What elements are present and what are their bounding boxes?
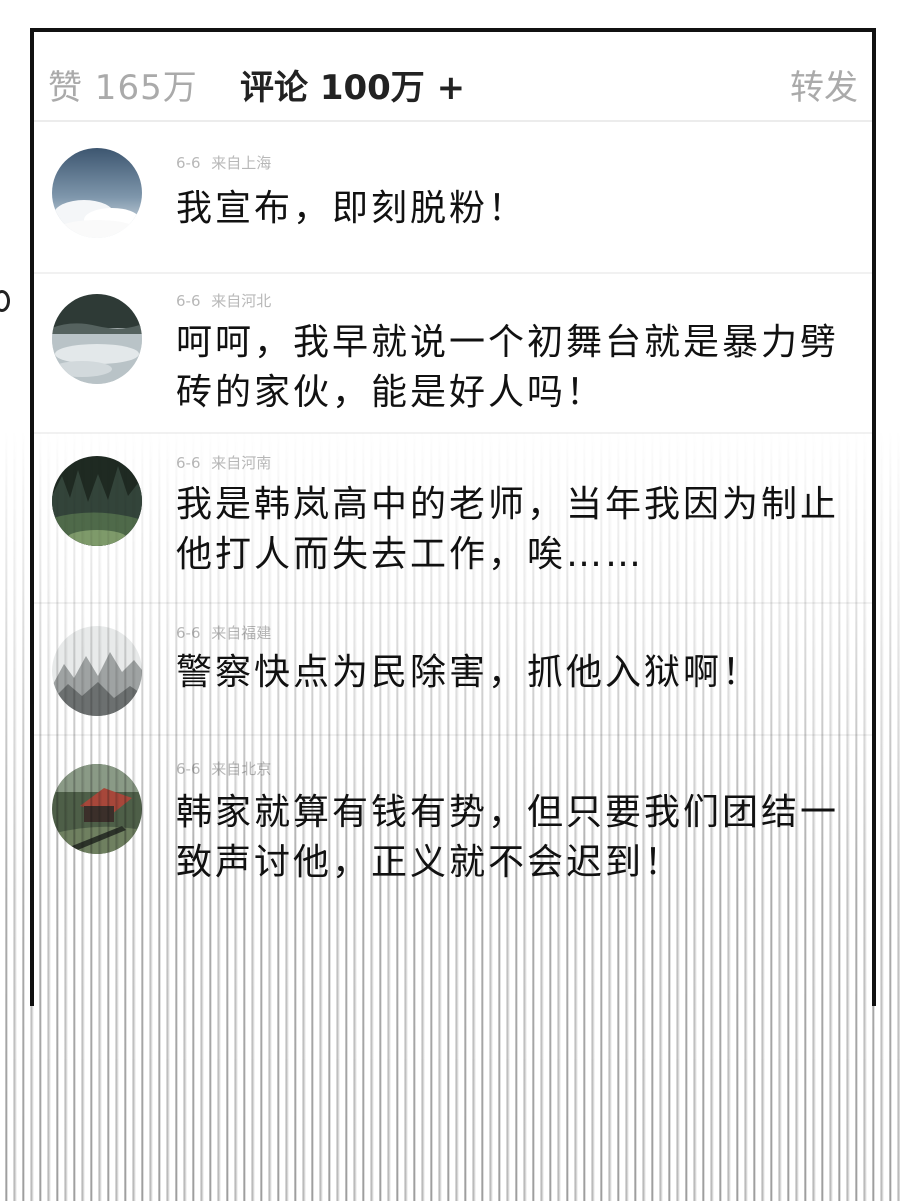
comment-item: 6-6 来自河南 我是韩岚高中的老师，当年我因为制止他打人而失去工作，唉……: [34, 434, 872, 604]
avatar[interactable]: [52, 456, 142, 546]
comment-date: 6-6: [176, 454, 201, 472]
comment-date: 6-6: [176, 154, 201, 172]
comment-tab-bar: 赞 165万 评论 100万 + 转发: [34, 32, 872, 122]
avatar[interactable]: [52, 294, 142, 384]
comment-location: 来自河南: [211, 454, 272, 472]
comment-item: 6-6 来自北京 韩家就算有钱有势，但只要我们团结一致声讨他，正义就不会迟到！: [34, 736, 872, 906]
comment-location: 来自北京: [211, 760, 272, 778]
tab-likes[interactable]: 赞 165万: [48, 60, 198, 109]
comment-location: 来自上海: [211, 154, 272, 172]
comment-text: 我是韩岚高中的老师，当年我因为制止他打人而失去工作，唉……: [176, 484, 840, 575]
comment-date: 6-6: [176, 624, 201, 642]
comment-location: 来自河北: [211, 292, 272, 310]
misty-lake-avatar-icon: [52, 294, 142, 384]
sky-clouds-avatar-icon: [52, 148, 142, 238]
avatar[interactable]: [52, 148, 142, 238]
red-roof-house-avatar-icon: [52, 764, 142, 854]
phone-screen-panel: 赞 165万 评论 100万 + 转发 6-6 来自上海 我宣布，即刻脱粉！ 6…: [30, 28, 876, 1006]
comment-item: 6-6 来自上海 我宣布，即刻脱粉！: [34, 122, 872, 274]
comment-list: 6-6 来自上海 我宣布，即刻脱粉！ 6-6 来自河北 呵呵，我早就说一个初舞台…: [34, 122, 872, 906]
comment-text: 呵呵，我早就说一个初舞台就是暴力劈砖的家伙，能是好人吗！: [176, 322, 840, 413]
comment-date: 6-6: [176, 760, 201, 778]
comment-date: 6-6: [176, 292, 201, 310]
comment-text: 警察快点为民除害，抓他入狱啊！: [176, 652, 762, 693]
comment-location: 来自福建: [211, 624, 272, 642]
comment-text: 韩家就算有钱有势，但只要我们团结一致声讨他，正义就不会迟到！: [176, 792, 840, 883]
misty-mountains-avatar-icon: [52, 626, 142, 716]
tab-forward[interactable]: 转发: [790, 60, 858, 109]
comic-page: 赞 165万 评论 100万 + 转发 6-6 来自上海 我宣布，即刻脱粉！ 6…: [0, 0, 900, 1201]
avatar[interactable]: [52, 626, 142, 716]
comment-item: 6-6 来自福建 警察快点为民除害，抓他入狱啊！: [34, 604, 872, 736]
forest-avatar-icon: [52, 456, 142, 546]
panel-edge-mark: [0, 290, 10, 312]
tab-comments[interactable]: 评论 100万 +: [240, 60, 465, 109]
comment-item: 6-6 来自河北 呵呵，我早就说一个初舞台就是暴力劈砖的家伙，能是好人吗！: [34, 274, 872, 434]
comment-text: 我宣布，即刻脱粉！: [176, 188, 528, 229]
avatar[interactable]: [52, 764, 142, 854]
